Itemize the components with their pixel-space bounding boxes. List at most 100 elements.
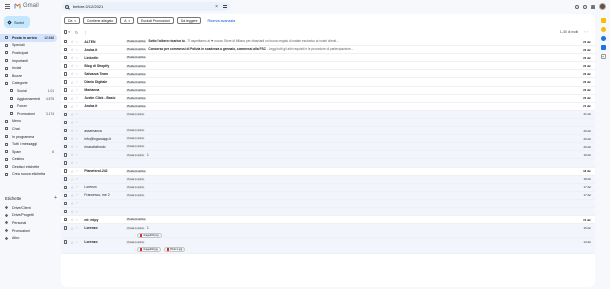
more-options-icon[interactable]: ⋮ [83,30,87,35]
filter-chip[interactable]: Contiene allegato [82,17,118,24]
important-icon[interactable]: › [76,177,79,181]
table-row[interactable]: ☆ › Marianna Posta in arrivo 22 dic [61,86,595,95]
row-checkbox[interactable] [64,217,68,222]
row-checkbox[interactable] [64,185,68,189]
star-icon[interactable]: ☆ [70,136,74,141]
table-row[interactable]: ☆ › assemanca Posta in arrivo 20 dic [61,127,595,136]
table-row[interactable]: ☆ › [61,199,595,208]
table-row[interactable]: ☆ › ALTEN Posta in arrivo Sotto l'albero ric… [61,38,595,47]
row-checkbox[interactable] [64,209,68,214]
important-icon[interactable]: › [76,240,79,244]
compose-button[interactable]: Scrivi [4,16,30,28]
important-icon[interactable]: › [76,72,79,76]
important-icon[interactable]: › [76,40,79,44]
star-icon[interactable]: ☆ [70,71,74,76]
star-icon[interactable]: ☆ [70,217,74,222]
account-avatar[interactable] [599,3,606,10]
important-icon[interactable]: › [76,201,79,205]
star-icon[interactable]: ☆ [70,128,74,133]
search-icon[interactable] [65,4,69,9]
gmail-logo[interactable]: Gmail [14,3,39,9]
table-row[interactable]: ☆ › Aruba.it Posta in arrivo Concorso per co… [61,46,595,55]
tasks-icon[interactable] [600,36,606,41]
row-checkbox[interactable] [64,177,68,181]
important-icon[interactable]: › [76,120,79,124]
table-row[interactable]: ☆ › [61,207,595,217]
add-label-icon[interactable]: + [54,195,57,201]
star-icon[interactable]: ☆ [70,39,74,44]
sidebar-item[interactable]: Posticipati [0,49,57,57]
clear-search-icon[interactable]: × [215,4,218,10]
row-checkbox[interactable] [64,201,68,206]
sidebar-item[interactable]: Forum [0,102,57,110]
row-checkbox[interactable] [64,56,68,60]
important-icon[interactable]: › [76,153,79,157]
attachment-chip[interactable]: image002.jpg [137,247,161,253]
star-icon[interactable]: ☆ [70,112,74,117]
important-icon[interactable]: › [76,48,79,52]
row-checkbox[interactable] [64,72,68,76]
sidebar-item[interactable]: Cestino [0,156,57,164]
row-checkbox[interactable] [64,96,68,100]
table-row[interactable]: ☆ › Lorenzo Posta in arrivo 17 dic [61,183,595,192]
star-icon[interactable]: ☆ [70,144,74,149]
important-icon[interactable]: › [76,104,79,108]
star-icon[interactable]: ☆ [70,88,74,93]
contacts-icon[interactable] [600,45,606,50]
label-item[interactable]: Drive/Client [0,204,60,212]
main-menu-icon[interactable] [5,4,10,9]
row-checkbox[interactable] [64,88,68,92]
row-checkbox[interactable] [64,128,68,133]
filter-chip[interactable]: A ▾ [120,17,135,24]
star-icon[interactable]: ☆ [70,160,74,165]
table-row[interactable]: ☆ › Aruba.it Posta in arrivo 21 dic [61,102,595,111]
search-input[interactable] [73,4,216,9]
star-icon[interactable]: ☆ [70,209,74,214]
refresh-icon[interactable]: ↻ [75,30,78,35]
table-row[interactable]: ☆ › Diario Digitale Posta in arrivo 22 dic [61,78,595,87]
table-row[interactable]: ☆ › Posta in arrivo 18 dic [61,175,595,184]
advanced-search-link[interactable]: Ricerca avanzata [207,19,235,23]
row-checkbox[interactable] [64,145,68,149]
sidebar-item[interactable]: Importanti [0,57,57,65]
table-row[interactable]: ☆ › Posta in arrivo 1 19 dic [61,151,595,160]
row-checkbox[interactable] [64,193,68,198]
star-icon[interactable]: ☆ [70,152,74,157]
important-icon[interactable]: › [76,112,79,116]
row-checkbox[interactable] [64,104,68,108]
row-checkbox[interactable] [64,64,68,68]
sidebar-item[interactable]: Gestisci etichette [0,163,57,171]
sidebar-item[interactable]: Tutti i messaggi [0,140,57,148]
sidebar-item[interactable]: Posta in arrivo 12.546 [0,34,57,42]
filter-chip[interactable]: Da ▾ [64,17,80,24]
table-row[interactable]: ☆ › Francesco, me 2 Posta in arrivo 17 dic [61,191,595,200]
important-icon[interactable]: › [76,80,79,84]
table-row[interactable]: ☆ › Lorenzo Posta in arrivo 14 dic image002.j… [61,238,595,255]
row-checkbox[interactable] [64,47,68,52]
star-icon[interactable]: ☆ [70,193,74,198]
star-icon[interactable]: ☆ [70,240,74,245]
row-checkbox[interactable] [64,136,68,141]
star-icon[interactable]: ☆ [70,63,74,68]
important-icon[interactable]: › [76,64,79,68]
important-icon[interactable]: › [76,137,79,141]
sidebar-item[interactable]: Social 1.01 [0,87,57,95]
table-row[interactable]: ☆ › LinkedIn Posta in arrivo 23 dic [61,54,595,63]
keep-icon[interactable] [600,27,606,32]
important-icon[interactable]: › [76,218,79,222]
label-item[interactable]: Personal [0,219,60,227]
sidebar-item[interactable]: Promozioni 3.174 [0,110,57,118]
sidebar-item[interactable]: In programma [0,133,57,141]
calendar-icon[interactable] [600,18,606,23]
important-icon[interactable]: › [76,56,79,60]
star-icon[interactable]: ☆ [70,177,74,182]
row-checkbox[interactable] [64,112,68,117]
table-row[interactable]: ☆ › Posta in arrivo 21 dic [61,110,595,119]
label-item[interactable]: Drive/Progetti [0,212,60,220]
search-bar[interactable]: × [62,2,230,11]
search-options-icon[interactable] [223,5,227,8]
important-icon[interactable]: › [76,185,79,189]
filter-chip[interactable]: Da leggere [176,17,202,24]
sidebar-item[interactable]: Chat [0,125,57,133]
important-icon[interactable]: › [76,96,79,100]
